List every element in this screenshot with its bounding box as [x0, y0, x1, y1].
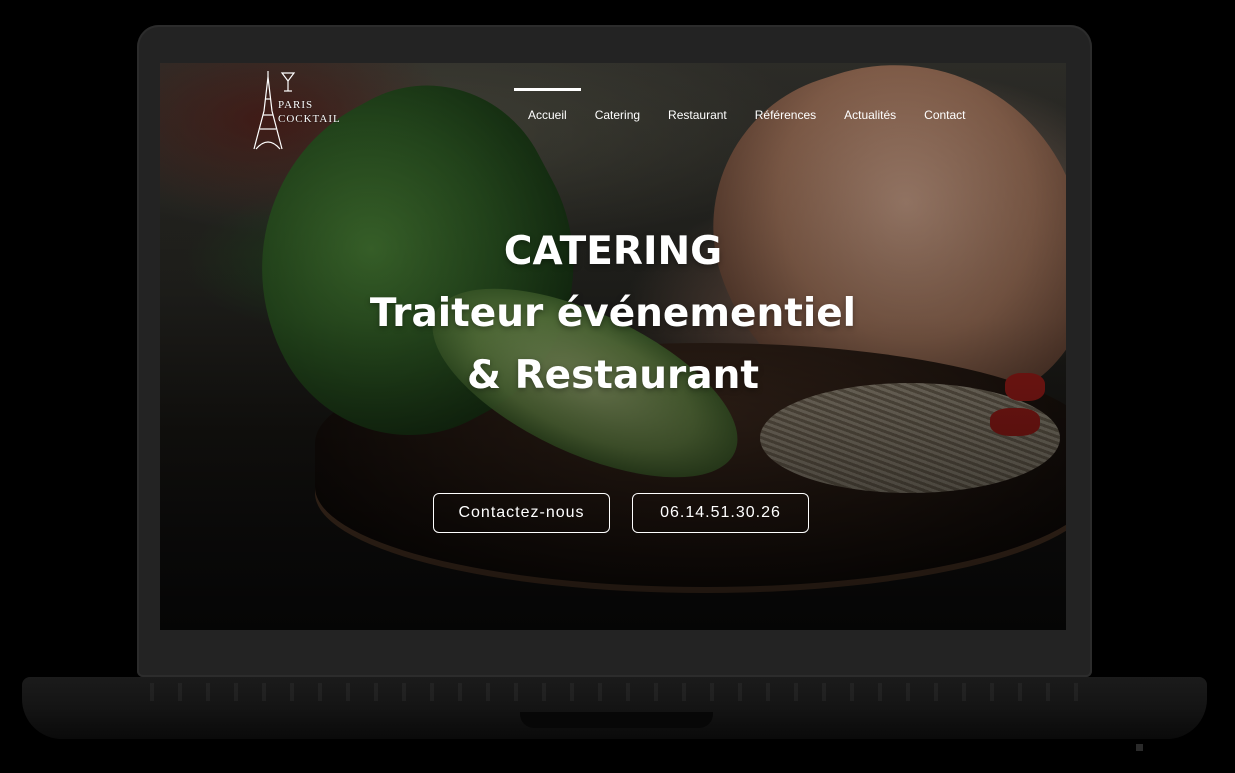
nav-item-restaurant[interactable]: Restaurant — [654, 88, 741, 128]
website-screen: PARIS COCKTAIL Accueil Catering Restaura… — [160, 63, 1066, 630]
nav-item-references[interactable]: Références — [741, 88, 830, 128]
hero-title-line1: CATERING — [503, 229, 723, 274]
hero-headline: CATERING Traiteur événementiel & Restaur… — [160, 221, 1066, 407]
contact-us-button[interactable]: Contactez-nous — [433, 493, 610, 533]
laptop-hinge-notch — [520, 712, 713, 728]
laptop-keyboard-edge — [150, 683, 1080, 701]
phone-number-button[interactable]: 06.14.51.30.26 — [632, 493, 809, 533]
hero-title-line3: & Restaurant — [467, 353, 759, 398]
eiffel-tower-icon — [253, 71, 296, 150]
hero-title-line2: Traiteur événementiel — [369, 291, 857, 336]
nav-item-catering[interactable]: Catering — [581, 88, 654, 128]
nav-item-contact[interactable]: Contact — [910, 88, 979, 128]
nav-item-accueil[interactable]: Accueil — [514, 88, 581, 128]
nav-item-actualites[interactable]: Actualités — [830, 88, 910, 128]
logo-text-paris: PARIS — [278, 99, 314, 111]
laptop-mockup: PARIS COCKTAIL Accueil Catering Restaura… — [0, 0, 1235, 773]
main-nav: Accueil Catering Restaurant Références A… — [514, 88, 980, 128]
logo-text-cocktail: COCKTAIL — [278, 113, 341, 125]
decorative-square — [1136, 744, 1143, 751]
